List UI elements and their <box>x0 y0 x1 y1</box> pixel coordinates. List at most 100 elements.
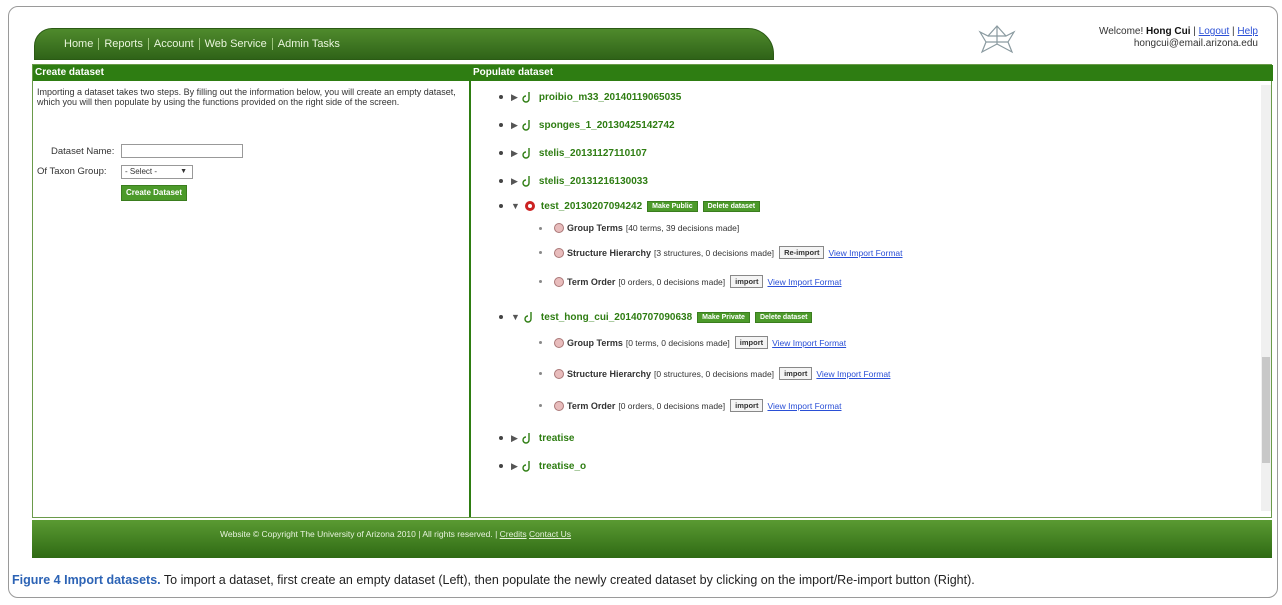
create-dataset-panel: Create dataset Importing a dataset takes… <box>33 65 469 517</box>
dataset-name[interactable]: test_20130207094242 <box>541 201 642 212</box>
chevron-down-icon: ▼ <box>180 168 187 175</box>
expand-arrow-icon[interactable]: ▶ <box>511 461 518 472</box>
sep-2: | <box>1232 26 1235 37</box>
credits-link[interactable]: Credits <box>500 529 527 539</box>
nav-links: Home Reports Account Web Service Admin T… <box>59 38 345 50</box>
user-name: Hong Cui <box>1146 26 1191 37</box>
sub-item-label: Group Terms <box>567 337 623 348</box>
delete-dataset-button[interactable]: Delete dataset <box>702 200 761 212</box>
sub-bullet-icon <box>539 251 542 254</box>
collapse-arrow-icon[interactable]: ▼ <box>511 312 520 322</box>
dataset-row[interactable]: ▶ proibio_m33_20140119065035 <box>499 91 681 103</box>
expand-arrow-icon[interactable]: ▶ <box>511 148 518 159</box>
taxon-group-label: Of Taxon Group: <box>37 166 107 177</box>
dataset-icon <box>522 120 530 131</box>
sub-bullet-icon <box>539 341 542 344</box>
bullet-icon <box>499 179 503 183</box>
sub-bullet-icon <box>539 404 542 407</box>
sub-item-row: Term Order [0 orders, 0 decisions made] … <box>539 275 842 288</box>
import-button[interactable]: import <box>730 275 764 288</box>
dataset-name[interactable]: treatise <box>539 433 575 444</box>
sub-item-row: Group Terms [40 terms, 39 decisions made… <box>539 223 739 233</box>
figure-caption: Figure 4 Import datasets. To import a da… <box>12 572 1274 589</box>
sub-item-detail: [0 terms, 0 decisions made] <box>625 337 730 348</box>
nav-account[interactable]: Account <box>149 38 200 50</box>
sub-bullet-icon <box>539 226 542 230</box>
bullet-icon <box>499 123 503 127</box>
sub-item-row: Structure Hierarchy [0 structures, 0 dec… <box>539 367 890 380</box>
dataset-row-expanded[interactable]: ▼ test_hong_cui_20140707090638 Make Priv… <box>499 311 813 323</box>
dataset-name[interactable]: treatise_o <box>539 461 586 472</box>
nav-web-service[interactable]: Web Service <box>200 38 273 50</box>
sub-bullet-icon <box>539 280 542 283</box>
taxon-group-select[interactable]: - Select - ▼ <box>121 165 193 179</box>
sub-item-label: Group Terms <box>567 223 623 233</box>
bullet-icon <box>499 315 503 319</box>
dataset-name-label: Dataset Name: <box>51 146 115 157</box>
sep-1: | <box>1193 26 1196 37</box>
status-circle-icon <box>554 400 564 411</box>
expand-arrow-icon[interactable]: ▶ <box>511 92 518 103</box>
locked-dataset-icon <box>524 201 535 211</box>
sub-item-label: Term Order <box>567 276 616 287</box>
view-import-format-link[interactable]: View Import Format <box>816 369 890 379</box>
sub-item-label: Structure Hierarchy <box>567 368 652 379</box>
import-button[interactable]: import <box>734 336 769 349</box>
view-import-format-link[interactable]: View Import Format <box>772 338 846 348</box>
dataset-row[interactable]: ▶ stelis_20131127110107 <box>499 147 647 159</box>
caption-title: Figure 4 Import datasets. <box>12 573 161 587</box>
dataset-row[interactable]: ▶ treatise_o <box>499 460 586 472</box>
scrollbar-thumb[interactable] <box>1262 357 1270 463</box>
sub-item-row: Term Order [0 orders, 0 decisions made] … <box>539 399 842 412</box>
sub-item-label: Term Order <box>567 400 616 411</box>
app-logo-icon <box>978 25 1016 54</box>
expand-arrow-icon[interactable]: ▶ <box>511 433 518 444</box>
dataset-name[interactable]: stelis_20131127110107 <box>539 148 647 159</box>
dataset-row[interactable]: ▶ stelis_20131216130033 <box>499 175 648 187</box>
bullet-icon <box>499 204 503 208</box>
logout-link[interactable]: Logout <box>1199 26 1230 37</box>
dataset-name-input[interactable] <box>121 144 243 158</box>
reimport-button[interactable]: Re-import <box>779 246 825 259</box>
dataset-name[interactable]: proibio_m33_20140119065035 <box>539 92 681 103</box>
view-import-format-link[interactable]: View Import Format <box>767 277 841 287</box>
contact-us-link[interactable]: Contact Us <box>529 529 571 539</box>
dataset-row-expanded[interactable]: ▼ test_20130207094242 Make Public Delete… <box>499 200 761 212</box>
expand-arrow-icon[interactable]: ▶ <box>511 120 518 131</box>
status-circle-icon <box>554 247 564 258</box>
sub-item-label: Structure Hierarchy <box>567 247 652 258</box>
import-button[interactable]: import <box>779 367 813 380</box>
copyright-text: Website © Copyright The University of Ar… <box>220 529 498 539</box>
vertical-scrollbar[interactable] <box>1261 85 1271 511</box>
site-footer: Website © Copyright The University of Ar… <box>32 520 1272 558</box>
dataset-row[interactable]: ▶ sponges_1_20130425142742 <box>499 119 675 131</box>
dataset-icon <box>522 176 530 187</box>
help-link[interactable]: Help <box>1237 26 1258 37</box>
sub-bullet-icon <box>539 372 542 375</box>
sub-item-detail: [3 structures, 0 decisions made] <box>654 247 775 258</box>
sub-item-detail: [0 structures, 0 decisions made] <box>654 368 775 379</box>
make-private-button[interactable]: Make Private <box>697 311 750 323</box>
expand-arrow-icon[interactable]: ▶ <box>511 176 518 187</box>
collapse-arrow-icon[interactable]: ▼ <box>511 201 520 211</box>
view-import-format-link[interactable]: View Import Format <box>828 248 902 258</box>
nav-home[interactable]: Home <box>59 38 100 50</box>
nav-admin-tasks[interactable]: Admin Tasks <box>273 38 345 50</box>
sub-item-detail: [40 terms, 39 decisions made] <box>625 223 740 233</box>
dataset-row[interactable]: ▶ treatise <box>499 432 575 444</box>
populate-dataset-panel: Populate dataset ▶ proibio_m33_201401190… <box>469 65 1273 517</box>
sub-item-row: Structure Hierarchy [3 structures, 0 dec… <box>539 246 903 259</box>
dataset-name[interactable]: sponges_1_20130425142742 <box>539 120 675 131</box>
sub-item-row: Group Terms [0 terms, 0 decisions made] … <box>539 336 846 349</box>
import-button[interactable]: import <box>730 399 764 412</box>
footer-line: Website © Copyright The University of Ar… <box>220 529 571 539</box>
bullet-icon <box>499 95 503 99</box>
delete-dataset-button[interactable]: Delete dataset <box>754 311 813 323</box>
view-import-format-link[interactable]: View Import Format <box>767 401 841 411</box>
nav-reports[interactable]: Reports <box>99 38 149 50</box>
make-public-button[interactable]: Make Public <box>647 200 698 212</box>
create-dataset-button[interactable]: Create Dataset <box>121 185 188 201</box>
dataset-name[interactable]: stelis_20131216130033 <box>539 176 648 187</box>
user-email: hongcui@email.arizona.edu <box>1133 38 1258 49</box>
dataset-name[interactable]: test_hong_cui_20140707090638 <box>541 312 692 323</box>
